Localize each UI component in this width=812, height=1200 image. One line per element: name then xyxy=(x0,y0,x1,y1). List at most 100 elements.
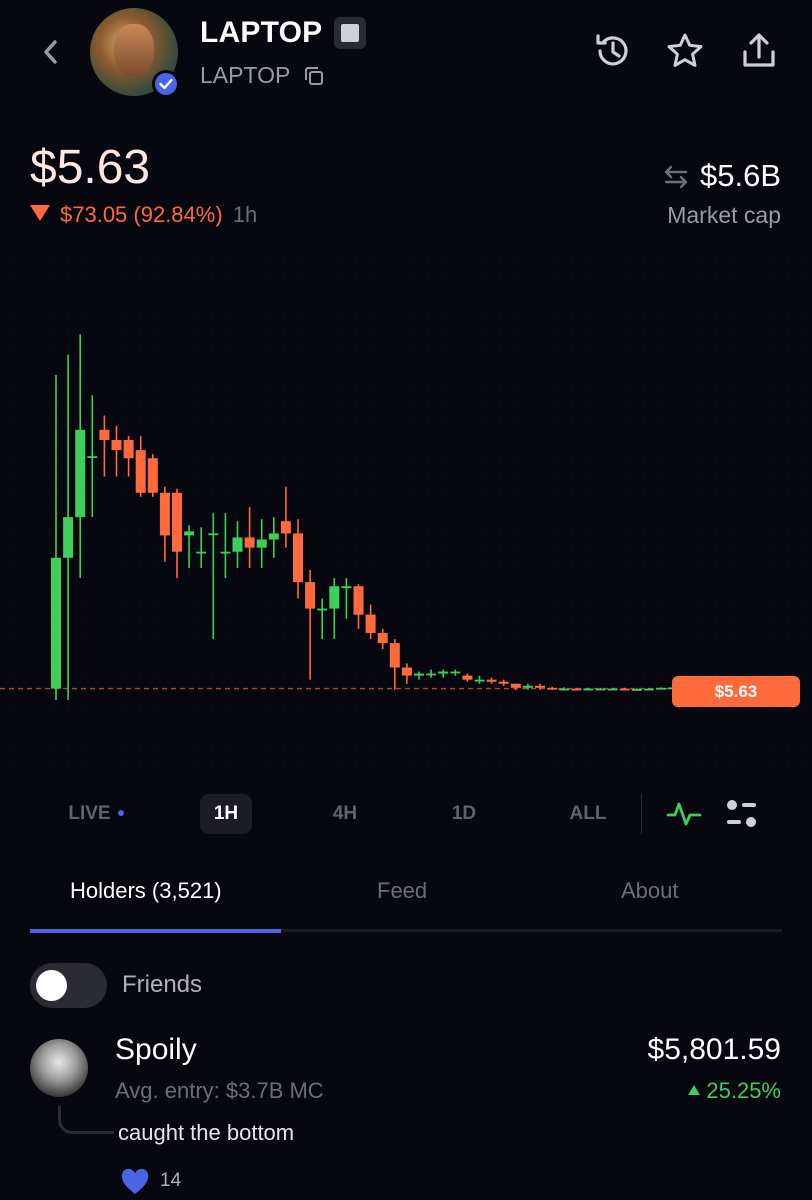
grid-dot xyxy=(355,655,357,657)
grid-dot xyxy=(445,547,447,549)
grid-dot xyxy=(517,601,519,603)
grid-dot xyxy=(715,565,717,567)
tab-holders[interactable]: Holders (3,521) xyxy=(70,878,222,904)
swap-arrows-icon[interactable] xyxy=(662,164,690,190)
grid-dot xyxy=(391,493,393,495)
grid-dot xyxy=(283,637,285,639)
grid-dot xyxy=(355,259,357,261)
back-icon[interactable] xyxy=(36,34,66,70)
share-icon[interactable] xyxy=(738,30,780,72)
grid-dot xyxy=(715,259,717,261)
grid-dot xyxy=(319,565,321,567)
grid-dot xyxy=(787,619,789,621)
grid-dot xyxy=(283,673,285,675)
grid-dot xyxy=(85,385,87,387)
grid-dot xyxy=(139,403,141,405)
grid-dot xyxy=(679,709,681,711)
grid-dot xyxy=(31,709,33,711)
grid-dot xyxy=(13,529,15,531)
friends-toggle[interactable] xyxy=(30,963,107,1008)
grid-dot xyxy=(31,727,33,729)
grid-dot xyxy=(445,745,447,747)
grid-dot xyxy=(607,691,609,693)
grid-dot xyxy=(733,709,735,711)
grid-dot xyxy=(625,727,627,729)
grid-dot xyxy=(121,277,123,279)
grid-dot xyxy=(535,385,537,387)
grid-dot xyxy=(661,277,663,279)
grid-dot xyxy=(679,763,681,765)
grid-dot xyxy=(391,295,393,297)
history-icon[interactable] xyxy=(592,30,634,72)
grid-dot xyxy=(229,385,231,387)
timeframe-live[interactable]: LIVE xyxy=(52,794,140,834)
grid-dot xyxy=(445,727,447,729)
grid-dot xyxy=(49,403,51,405)
line-chart-icon[interactable] xyxy=(664,794,704,834)
grid-dot xyxy=(499,331,501,333)
timeframe-1h[interactable]: 1H xyxy=(200,794,252,834)
holder-name[interactable]: Spoily xyxy=(115,1033,197,1067)
grid-dot xyxy=(283,565,285,567)
grid-dot xyxy=(535,529,537,531)
holder-avatar[interactable] xyxy=(30,1039,88,1097)
grid-dot xyxy=(121,601,123,603)
star-icon[interactable] xyxy=(664,30,706,72)
grid-dot xyxy=(193,547,195,549)
grid-dot xyxy=(805,349,807,351)
grid-dot xyxy=(211,511,213,513)
timeframe-1d[interactable]: 1D xyxy=(437,794,491,834)
grid-dot xyxy=(553,547,555,549)
grid-dot xyxy=(535,313,537,315)
grid-dot xyxy=(571,547,573,549)
grid-dot xyxy=(355,349,357,351)
grid-dot xyxy=(517,385,519,387)
grid-dot xyxy=(193,529,195,531)
grid-dot xyxy=(49,295,51,297)
grid-dot xyxy=(481,493,483,495)
grid-dot xyxy=(319,295,321,297)
candles-settings-icon[interactable] xyxy=(722,794,762,834)
grid-dot xyxy=(679,493,681,495)
grid-dot xyxy=(769,601,771,603)
grid-dot xyxy=(733,385,735,387)
grid-dot xyxy=(697,745,699,747)
grid-dot xyxy=(679,565,681,567)
grid-dot xyxy=(607,601,609,603)
grid-dot xyxy=(265,385,267,387)
candle-body xyxy=(365,614,376,633)
grid-dot xyxy=(733,673,735,675)
timeframe-all[interactable]: ALL xyxy=(558,794,618,834)
heart-icon[interactable] xyxy=(120,1168,150,1196)
grid-dot xyxy=(643,763,645,765)
grid-dot xyxy=(697,331,699,333)
grid-dot xyxy=(139,583,141,585)
grid-dot xyxy=(535,331,537,333)
grid-dot xyxy=(787,367,789,369)
copy-icon[interactable] xyxy=(302,64,326,88)
grid-dot xyxy=(733,601,735,603)
grid-dot xyxy=(121,295,123,297)
tab-about[interactable]: About xyxy=(621,878,679,904)
grid-dot xyxy=(31,385,33,387)
up-triangle-icon xyxy=(688,1085,701,1095)
grid-dot xyxy=(283,277,285,279)
grid-dot xyxy=(607,763,609,765)
grid-dot xyxy=(805,475,807,477)
tab-feed[interactable]: Feed xyxy=(377,878,427,904)
grid-dot xyxy=(625,763,627,765)
candle-body xyxy=(329,586,340,609)
grid-dot xyxy=(103,511,105,513)
grid-dot xyxy=(265,727,267,729)
grid-dot xyxy=(319,547,321,549)
grid-dot xyxy=(571,619,573,621)
grid-dot xyxy=(643,601,645,603)
grid-dot xyxy=(337,763,339,765)
grid-dot xyxy=(409,457,411,459)
grid-dot xyxy=(481,727,483,729)
grid-dot xyxy=(355,745,357,747)
grid-dot xyxy=(85,277,87,279)
grid-dot xyxy=(715,421,717,423)
grid-dot xyxy=(661,439,663,441)
timeframe-4h[interactable]: 4H xyxy=(318,794,372,834)
